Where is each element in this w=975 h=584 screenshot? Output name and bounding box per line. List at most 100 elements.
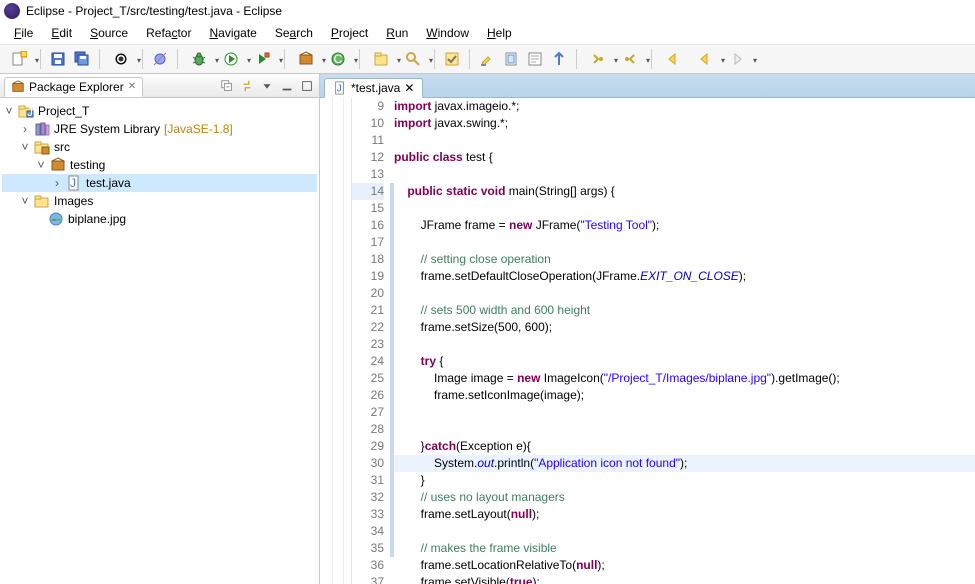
new-button[interactable]: ▾ [4,48,34,70]
menu-help[interactable]: Help [479,24,520,42]
line-number[interactable]: 19 [352,268,384,285]
pin-button[interactable] [548,48,570,70]
line-number[interactable]: 25 [352,370,384,387]
line-number[interactable]: 10 [352,115,384,132]
tree-images-folder[interactable]: ˅ Images [2,192,317,210]
line-number[interactable]: 35 [352,540,384,557]
code-line[interactable]: System.out.println("Application icon not… [390,455,975,472]
toggle-mark-button[interactable] [441,48,463,70]
code-line[interactable]: frame.setVisible(true); [390,574,975,584]
menu-edit[interactable]: Edit [43,24,80,42]
package-explorer-tab[interactable]: Package Explorer ✕ [4,77,143,97]
search-button[interactable]: ▾ [398,48,428,70]
line-number[interactable]: 33 [352,506,384,523]
line-number-gutter[interactable]: 9101112131415161718192021222324252627282… [352,98,390,584]
twisty-icon[interactable]: ˅ [34,158,48,172]
tree-src[interactable]: ˅ src [2,138,317,156]
line-number[interactable]: 20 [352,285,384,302]
code-line[interactable]: // makes the frame visible [390,540,975,557]
code-line[interactable]: JFrame frame = new JFrame("Testing Tool"… [390,217,975,234]
twisty-icon[interactable]: ˅ [18,194,32,208]
code-line[interactable]: import javax.imageio.*; [390,98,975,115]
close-view-icon[interactable]: ✕ [128,81,136,92]
line-number[interactable]: 9 [352,98,384,115]
tree-java-file[interactable]: › J test.java [2,174,317,192]
code-line[interactable] [390,234,975,251]
forward-button[interactable]: ▾ [722,48,752,70]
menu-search[interactable]: Search [267,24,321,42]
menu-file[interactable]: File [6,24,41,42]
code-line[interactable] [390,166,975,183]
code-line[interactable] [390,523,975,540]
next-annotation-button[interactable]: ▾ [583,48,613,70]
code-line[interactable] [390,421,975,438]
line-number[interactable]: 26 [352,387,384,404]
code-line[interactable]: frame.setDefaultCloseOperation(JFrame.EX… [390,268,975,285]
line-number[interactable]: 22 [352,319,384,336]
menu-project[interactable]: Project [323,24,376,42]
line-number[interactable]: 18 [352,251,384,268]
line-number[interactable]: 13 [352,166,384,183]
line-number[interactable]: 37 [352,574,384,584]
line-number[interactable]: 34 [352,523,384,540]
code-line[interactable]: frame.setSize(500, 600); [390,319,975,336]
maximize-view-icon[interactable] [299,78,315,94]
code-editor[interactable]: 9101112131415161718192021222324252627282… [320,98,975,584]
line-number[interactable]: 16 [352,217,384,234]
code-line[interactable]: public static void main(String[] args) { [390,183,975,200]
line-number[interactable]: 27 [352,404,384,421]
line-number[interactable]: 21 [352,302,384,319]
run-last-button[interactable]: ▾ [248,48,278,70]
code-line[interactable]: frame.setIconImage(image); [390,387,975,404]
run-button[interactable]: ▾ [216,48,246,70]
code-line[interactable] [390,200,975,217]
last-edit-button[interactable] [658,48,688,70]
line-number[interactable]: 32 [352,489,384,506]
tree-package[interactable]: ˅ testing [2,156,317,174]
editor-tab[interactable]: J *test.java ✕ [324,78,423,98]
skip-breakpoints-button[interactable] [149,48,171,70]
open-type-button[interactable]: ▾ [366,48,396,70]
menu-navigate[interactable]: Navigate [201,24,264,42]
code-line[interactable]: try { [390,353,975,370]
tree-image-file[interactable]: biplane.jpg [2,210,317,228]
collapse-all-icon[interactable] [219,78,235,94]
twisty-icon[interactable]: ˅ [2,104,16,118]
line-number[interactable]: 28 [352,421,384,438]
toggle-highlight-button[interactable] [476,48,498,70]
line-number[interactable]: 12 [352,149,384,166]
new-java-package-button[interactable]: ▾ [291,48,321,70]
code-line[interactable]: // uses no layout managers [390,489,975,506]
minimize-view-icon[interactable] [279,78,295,94]
save-all-button[interactable] [71,48,93,70]
toggle-block-button[interactable] [500,48,522,70]
code-line[interactable] [390,404,975,421]
code-line[interactable]: } [390,472,975,489]
line-number[interactable]: 29 [352,438,384,455]
line-number[interactable]: 11 [352,132,384,149]
line-number[interactable]: 17 [352,234,384,251]
code-line[interactable] [390,285,975,302]
code-content[interactable]: import javax.imageio.*;import javax.swin… [390,98,975,584]
code-line[interactable] [390,336,975,353]
tree-project[interactable]: ˅ J Project_T [2,102,317,120]
prev-annotation-button[interactable]: ▾ [615,48,645,70]
save-button[interactable] [47,48,69,70]
twisty-icon[interactable]: ˅ [18,140,32,154]
code-line[interactable]: // sets 500 width and 600 height [390,302,975,319]
code-line[interactable]: frame.setLayout(null); [390,506,975,523]
line-number[interactable]: 23 [352,336,384,353]
code-line[interactable]: frame.setLocationRelativeTo(null); [390,557,975,574]
show-whitespace-button[interactable] [524,48,546,70]
line-number[interactable]: 36 [352,557,384,574]
code-line[interactable] [390,132,975,149]
code-line[interactable]: }catch(Exception e){ [390,438,975,455]
line-number[interactable]: 30 [352,455,384,472]
debug-button[interactable]: ▾ [184,48,214,70]
menu-source[interactable]: Source [82,24,136,42]
link-editor-icon[interactable] [239,78,255,94]
code-line[interactable]: public class test { [390,149,975,166]
code-line[interactable]: Image image = new ImageIcon("/Project_T/… [390,370,975,387]
menu-window[interactable]: Window [418,24,477,42]
new-java-class-button[interactable]: C▾ [323,48,353,70]
